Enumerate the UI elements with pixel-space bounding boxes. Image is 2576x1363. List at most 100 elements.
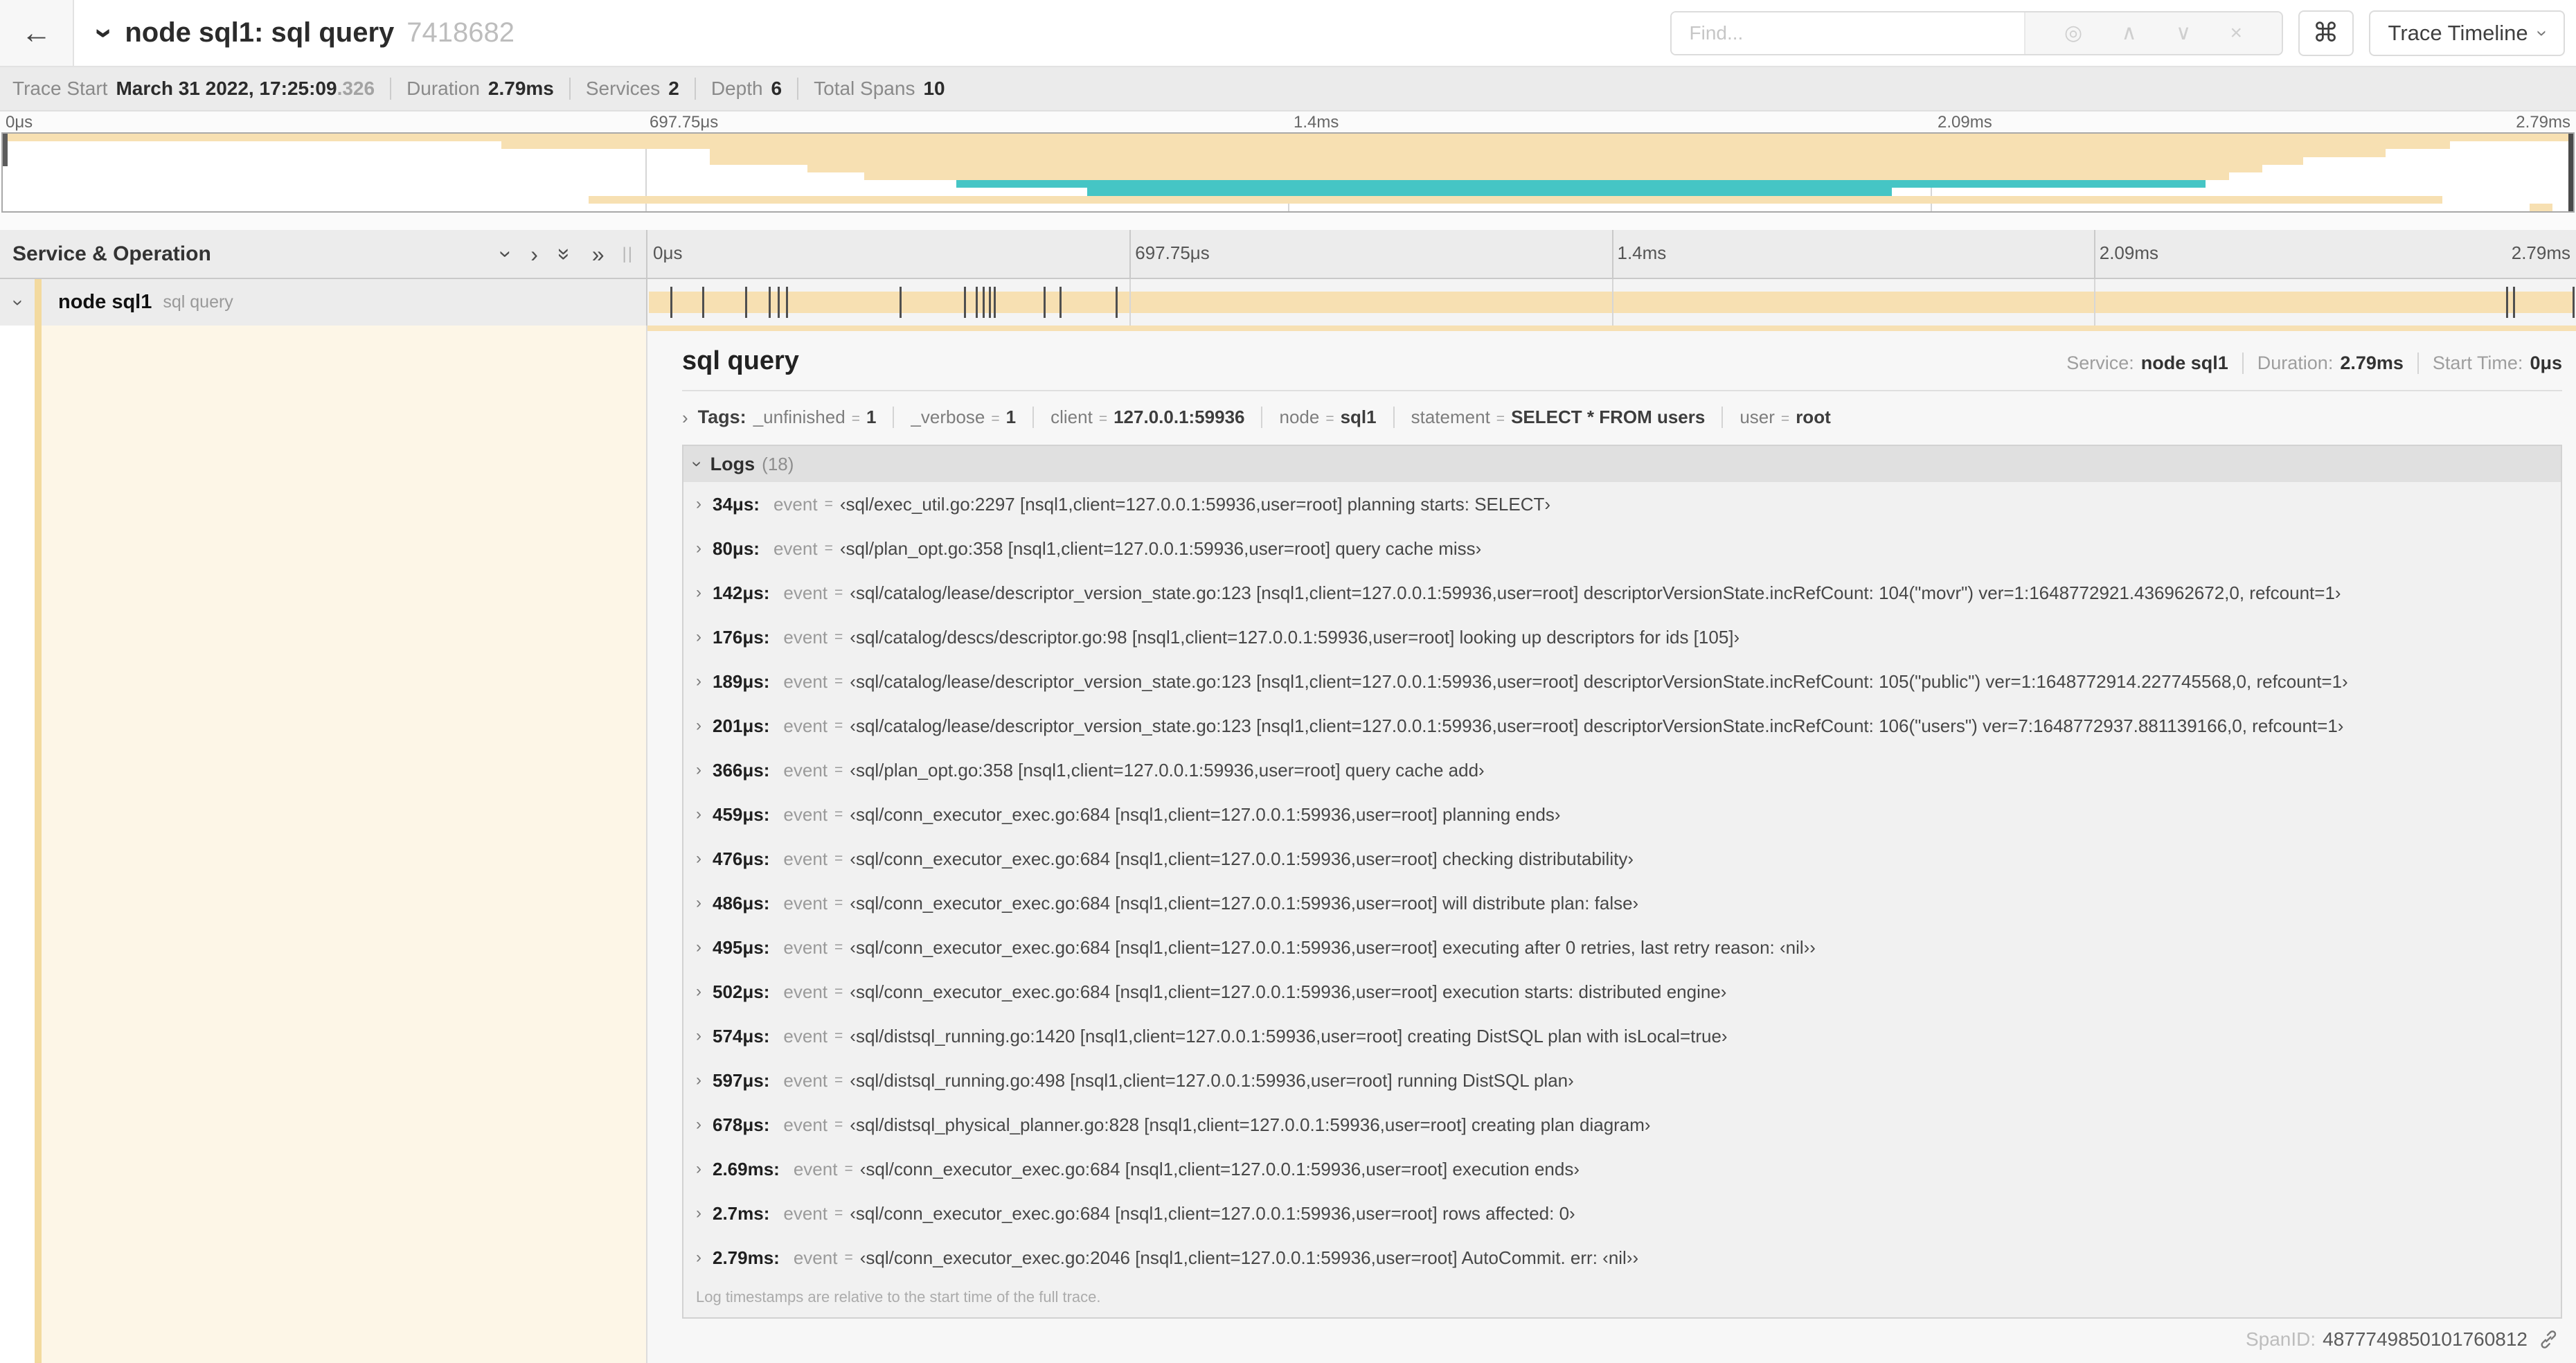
log-value: ‹sql/catalog/lease/descriptor_version_st… [850, 582, 2341, 603]
summary-label: Duration [406, 78, 480, 99]
log-entry[interactable]: › 366μs: event = ‹sql/plan_opt.go:358 [n… [683, 748, 2561, 792]
log-entry[interactable]: › 2.69ms: event = ‹sql/conn_executor_exe… [683, 1147, 2561, 1191]
log-equals: = [834, 1072, 843, 1088]
log-entry[interactable]: › 201μs: event = ‹sql/catalog/lease/desc… [683, 704, 2561, 748]
log-timestamp: 476μs: [713, 848, 770, 869]
log-entry[interactable]: › 678μs: event = ‹sql/distsql_physical_p… [683, 1103, 2561, 1147]
log-timestamp: 34μs: [713, 493, 760, 515]
collapse-one-icon[interactable]: › [494, 250, 519, 258]
log-timestamp: 176μs: [713, 626, 770, 648]
log-entry[interactable]: › 176μs: event = ‹sql/catalog/descs/desc… [683, 615, 2561, 659]
log-entry[interactable]: › 502μs: event = ‹sql/conn_executor_exec… [683, 970, 2561, 1014]
tag-value: 1 [1005, 407, 1017, 427]
logs-count: (18) [762, 453, 794, 474]
log-marker [777, 287, 780, 318]
find-input[interactable] [1671, 12, 2024, 54]
log-entry[interactable]: › 476μs: event = ‹sql/conn_executor_exec… [683, 837, 2561, 881]
span-collapse-chevron-icon[interactable]: › [8, 299, 30, 305]
log-entry[interactable]: › 2.79ms: event = ‹sql/conn_executor_exe… [683, 1236, 2561, 1280]
log-field-key: event [783, 582, 828, 603]
log-timestamp: 574μs: [713, 1025, 770, 1046]
chevron-right-icon: › [696, 627, 701, 646]
log-field-key: event [783, 981, 828, 1002]
back-button[interactable]: ← [0, 0, 74, 66]
summary-label: Services [585, 78, 661, 99]
log-value: ‹sql/distsql_physical_planner.go:828 [ns… [850, 1114, 1651, 1135]
log-equals: = [834, 983, 843, 999]
tags-toggle[interactable]: › Tags: [682, 407, 753, 428]
log-entry[interactable]: › 459μs: event = ‹sql/conn_executor_exec… [683, 792, 2561, 837]
logs-header[interactable]: › Logs (18) [683, 446, 2561, 482]
tag-value: SELECT * FROM users [1511, 407, 1706, 427]
log-entry[interactable]: › 142μs: event = ‹sql/catalog/lease/desc… [683, 571, 2561, 615]
minimap-tick-labels: 0μs 697.75μs 1.4ms 2.09ms 2.79ms [0, 113, 2576, 132]
log-field-key: event [783, 1114, 828, 1135]
keyboard-shortcuts-button[interactable]: ⌘ [2298, 10, 2354, 56]
log-entry[interactable]: › 486μs: event = ‹sql/conn_executor_exec… [683, 881, 2561, 925]
log-timestamp: 189μs: [713, 670, 770, 692]
log-timestamp: 2.69ms: [713, 1158, 780, 1179]
gridline [2093, 230, 2095, 278]
tick-label: 2.79ms [2516, 113, 2570, 132]
trace-view-selector[interactable]: Trace Timeline › [2368, 10, 2565, 56]
tag-value: 1 [866, 407, 877, 427]
minimap-left-scrubber[interactable] [3, 134, 8, 167]
next-match-icon[interactable]: ∨ [2176, 21, 2191, 45]
log-equals: = [834, 1205, 843, 1221]
tag-item: user = root [1721, 407, 1831, 428]
log-field-key: event [783, 803, 828, 825]
trace-title: node sql1: sql query [125, 17, 395, 48]
tag-equals: = [1098, 411, 1108, 427]
log-entry[interactable]: › 597μs: event = ‹sql/distsql_running.go… [683, 1058, 2561, 1103]
focus-match-icon[interactable]: ◎ [2064, 21, 2082, 45]
tag-key: _unfinished [753, 407, 846, 427]
span-row-name-column[interactable]: › node sql1 sql query [0, 279, 647, 326]
log-value: ‹sql/distsql_running.go:1420 [nsql1,clie… [850, 1025, 1728, 1046]
log-marker [2506, 287, 2509, 318]
span-meta-label: Start Time: [2432, 353, 2523, 373]
prev-match-icon[interactable]: ∧ [2122, 21, 2137, 45]
log-marker [964, 287, 967, 318]
log-timestamp: 459μs: [713, 803, 770, 825]
span-operation-name: sql query [163, 292, 233, 312]
expand-all-icon[interactable]: » [592, 243, 605, 265]
summary-item: Depth 6 [694, 78, 782, 100]
log-field-key: event [783, 759, 828, 781]
deep-link-icon[interactable] [2537, 1328, 2559, 1351]
summary-value: 6 [771, 78, 782, 99]
log-equals: = [834, 673, 843, 689]
log-entry[interactable]: › 574μs: event = ‹sql/distsql_running.go… [683, 1014, 2561, 1058]
collapse-all-icon[interactable]: » [553, 248, 578, 260]
log-entry[interactable]: › 80μs: event = ‹sql/plan_opt.go:358 [ns… [683, 526, 2561, 571]
log-value: ‹sql/plan_opt.go:358 [nsql1,client=127.0… [839, 537, 1482, 559]
back-arrow-icon: ← [21, 15, 52, 50]
clear-find-icon[interactable]: × [2230, 21, 2243, 45]
summary-value: March 31 2022, 17:25:09 [116, 78, 337, 99]
timeline-ruler: 0μs 697.75μs 1.4ms 2.09ms 2.79ms [647, 230, 2576, 278]
log-value: ‹sql/plan_opt.go:358 [nsql1,client=127.0… [850, 759, 1485, 781]
minimap-canvas[interactable] [1, 132, 2575, 213]
chevron-right-icon: › [696, 539, 701, 558]
span-id-value: 4877749850101760812 [2323, 1328, 2528, 1350]
minimap-right-scrubber[interactable] [2568, 134, 2573, 211]
log-equals: = [834, 762, 843, 778]
minimap-span-bar [3, 134, 2573, 142]
chevron-right-icon: › [696, 805, 701, 823]
span-service-name[interactable]: node sql1 [58, 291, 152, 314]
trace-collapse-chevron-icon[interactable]: › [88, 28, 124, 38]
column-resizer-handle[interactable]: || [623, 244, 634, 264]
log-entry[interactable]: › 34μs: event = ‹sql/exec_util.go:2297 [… [683, 482, 2561, 526]
minimap-span-bar [864, 172, 2229, 181]
minimap-span-bar [501, 141, 2450, 150]
log-entry[interactable]: › 2.7ms: event = ‹sql/conn_executor_exec… [683, 1191, 2561, 1236]
log-marker [989, 287, 992, 318]
expand-one-icon[interactable]: › [530, 243, 538, 265]
log-value: ‹sql/conn_executor_exec.go:684 [nsql1,cl… [850, 803, 1561, 825]
minimap-span-bar [2529, 203, 2553, 211]
log-timestamp: 502μs: [713, 981, 770, 1002]
log-entry[interactable]: › 495μs: event = ‹sql/conn_executor_exec… [683, 925, 2561, 970]
log-field-key: event [783, 848, 828, 869]
log-entry[interactable]: › 189μs: event = ‹sql/catalog/lease/desc… [683, 659, 2561, 704]
tag-key: node [1279, 407, 1320, 427]
log-marker [768, 287, 771, 318]
